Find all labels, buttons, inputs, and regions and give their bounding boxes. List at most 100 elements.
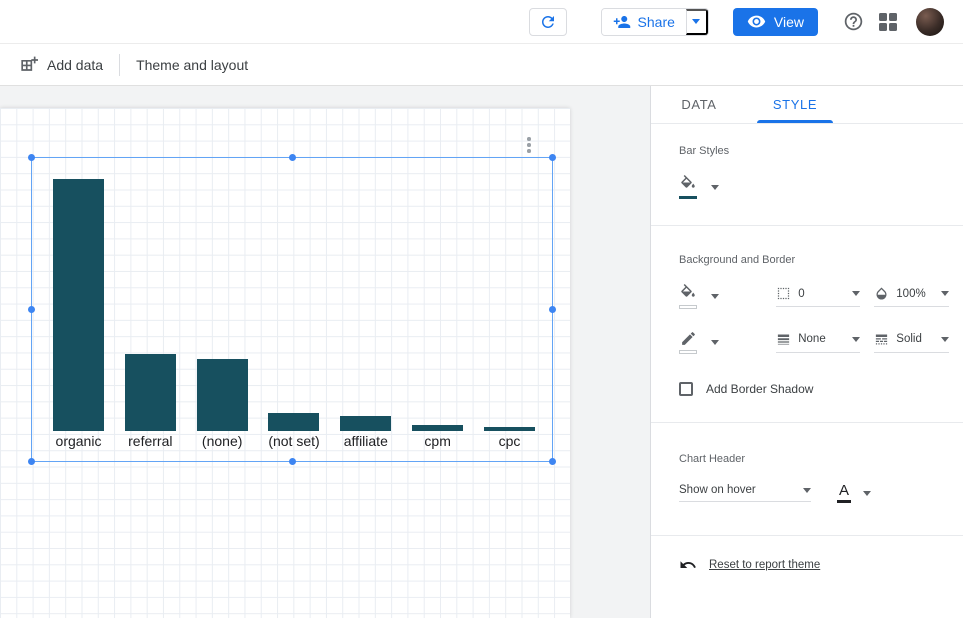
selection-handle[interactable] [289, 458, 296, 465]
bar-column: referral [125, 179, 176, 431]
add-data-button[interactable]: Add data [18, 55, 103, 75]
theme-and-layout-button[interactable]: Theme and layout [136, 57, 248, 73]
section-title: Chart Header [679, 453, 949, 465]
eye-icon [747, 12, 766, 31]
section-title: Bar Styles [679, 145, 949, 157]
view-button[interactable]: View [733, 8, 818, 36]
selection-handle[interactable] [28, 306, 35, 313]
apps-grid-button[interactable] [879, 13, 897, 31]
header-font-color-button[interactable]: A [837, 483, 871, 503]
chevron-down-icon [852, 291, 860, 296]
panel-tabs: DATA STYLE [651, 86, 963, 124]
toolbar-divider [119, 54, 120, 76]
share-button[interactable]: Share [602, 9, 686, 35]
opacity-select[interactable]: 100% [874, 286, 949, 307]
bar-label: organic [56, 433, 102, 449]
workspace: organic referral (none) (not set) affiliate c… [0, 86, 963, 618]
reset-link-label: Reset to report theme [709, 559, 820, 571]
selection-handle[interactable] [28, 458, 35, 465]
border-color-swatch [679, 350, 697, 354]
bar-referral[interactable] [125, 354, 176, 431]
help-icon [843, 11, 864, 32]
border-shadow-checkbox[interactable] [679, 382, 693, 396]
selection-handle[interactable] [549, 306, 556, 313]
bar-chart[interactable]: organicreferral(none)(not set)affiliatec… [53, 179, 535, 431]
chevron-down-icon [711, 185, 719, 190]
bar-not-set[interactable] [268, 413, 319, 431]
section-background-border: Background and Border 0 [651, 226, 963, 423]
selection-handle[interactable] [549, 458, 556, 465]
paint-bucket-icon [679, 284, 697, 302]
font-color-icon: A [837, 483, 851, 503]
selection-handle[interactable] [289, 154, 296, 161]
bar-label: affiliate [344, 433, 388, 449]
opacity-value: 100% [896, 288, 941, 300]
border-style-select[interactable]: Solid [874, 332, 949, 353]
section-chart-header: Chart Header Show on hover A [651, 423, 963, 536]
bar-color-swatch [679, 196, 697, 199]
avatar[interactable] [916, 8, 944, 36]
chevron-down-icon [711, 340, 719, 345]
bar-label: referral [128, 433, 172, 449]
bar-label: cpm [424, 433, 450, 449]
view-button-label: View [774, 14, 804, 30]
border-shadow-checkbox-row[interactable]: Add Border Shadow [679, 382, 949, 396]
header-visibility-select[interactable]: Show on hover [679, 484, 811, 502]
border-weight-select[interactable]: None [776, 332, 860, 353]
chevron-down-icon [941, 291, 949, 296]
section-bar-styles: Bar Styles [651, 124, 963, 226]
border-color-button[interactable] [679, 330, 746, 354]
bar-organic[interactable] [53, 179, 104, 431]
dashed-square-icon [776, 286, 791, 301]
tab-style[interactable]: STYLE [747, 86, 843, 123]
chevron-down-icon [852, 337, 860, 342]
chevron-down-icon [863, 491, 871, 496]
add-data-icon [18, 55, 38, 75]
chevron-down-icon [692, 19, 700, 24]
bar-column: (none) [197, 179, 248, 431]
chevron-down-icon [941, 337, 949, 342]
bar-fill-color-button[interactable] [679, 175, 751, 199]
bar-cpm[interactable] [412, 425, 463, 431]
pen-icon [680, 330, 697, 347]
bar-column: cpc [484, 179, 535, 431]
border-style-value: Solid [896, 333, 941, 345]
vertical-dots-icon [527, 137, 531, 141]
help-button[interactable] [843, 11, 864, 32]
report-canvas[interactable]: organic referral (none) (not set) affiliate c… [0, 108, 570, 618]
line-weight-icon [776, 332, 791, 347]
share-menu-button[interactable] [686, 9, 708, 35]
tab-data[interactable]: DATA [651, 86, 747, 123]
border-weight-value: None [798, 333, 852, 345]
chart-options-menu[interactable] [524, 134, 534, 156]
share-button-group: Share [601, 8, 709, 36]
properties-panel: DATA STYLE Bar Styles Backgroun [650, 86, 963, 618]
selection-handle[interactable] [28, 154, 35, 161]
report-toolbar: Add data Theme and layout [0, 44, 963, 86]
chevron-down-icon [803, 488, 811, 493]
bar-column: cpm [412, 179, 463, 431]
line-style-icon [874, 332, 889, 347]
chevron-down-icon [711, 294, 719, 299]
bar-none[interactable] [197, 359, 248, 431]
header-visibility-value: Show on hover [679, 484, 803, 496]
chart-selection-frame[interactable]: organic referral (none) (not set) affiliate c… [31, 157, 553, 462]
bar-affiliate[interactable] [340, 416, 391, 431]
selection-handle[interactable] [549, 154, 556, 161]
theme-layout-label: Theme and layout [136, 57, 248, 73]
background-color-button[interactable] [679, 284, 746, 309]
apps-grid-icon [879, 13, 897, 31]
droplet-icon [874, 286, 889, 301]
bar-cpc[interactable] [484, 427, 535, 431]
share-button-label: Share [638, 14, 675, 30]
refresh-button[interactable] [529, 8, 567, 36]
section-title: Background and Border [679, 254, 949, 266]
corner-radius-select[interactable]: 0 [776, 286, 860, 307]
bar-label: cpc [499, 433, 521, 449]
paint-bucket-icon [679, 175, 697, 193]
bar-column: (not set) [268, 179, 319, 431]
bar-column: organic [53, 179, 104, 431]
corner-radius-value: 0 [798, 288, 852, 300]
reset-theme-link[interactable]: Reset to report theme [679, 556, 949, 574]
background-color-swatch [679, 305, 697, 309]
